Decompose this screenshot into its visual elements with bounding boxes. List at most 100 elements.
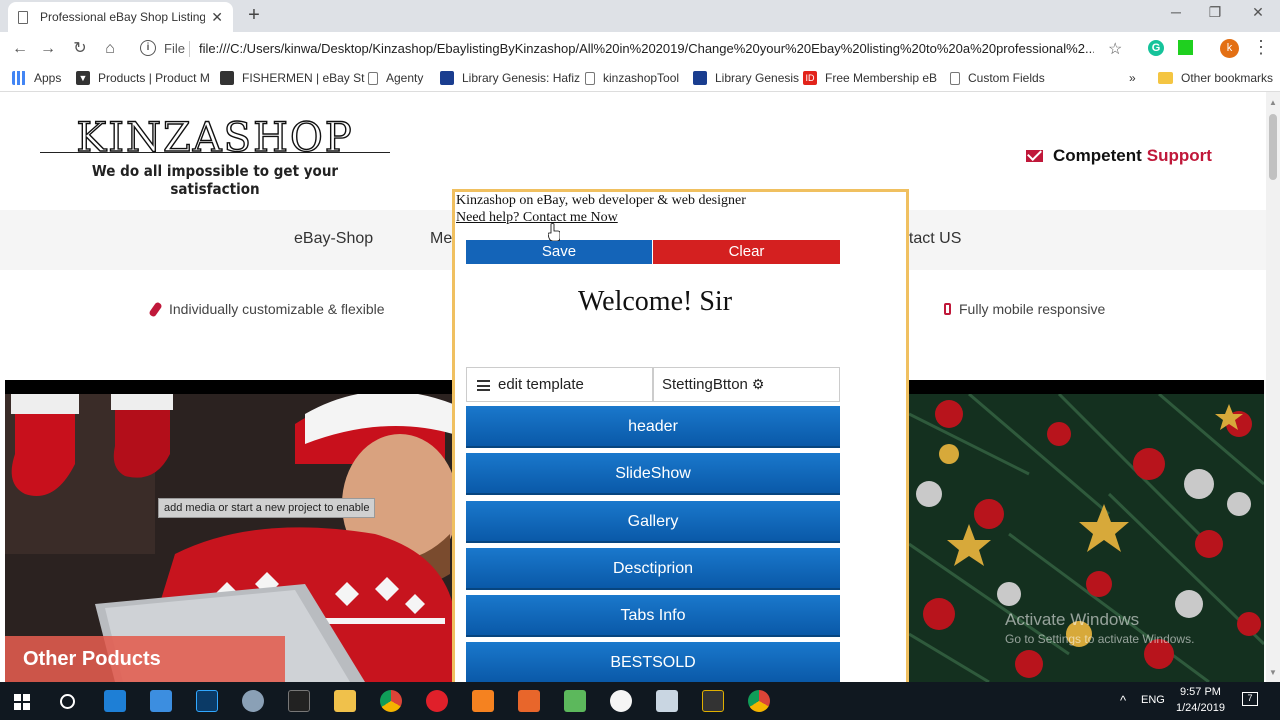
chrome-icon[interactable] xyxy=(380,690,402,712)
menu-kebab-icon[interactable]: ⋮ xyxy=(1252,37,1270,58)
back-icon[interactable]: ← xyxy=(9,38,31,60)
section-tabs-info-button[interactable]: Tabs Info xyxy=(466,595,840,637)
apps-grid-icon xyxy=(12,71,26,85)
logo-tagline: We do all impossible to get your satisfa… xyxy=(91,162,339,198)
scroll-down-icon[interactable]: ▼ xyxy=(1269,668,1277,677)
browser-toolbar: ← → ↻ ⌂ i File file:///C:/Users/kinwa/De… xyxy=(0,32,1280,66)
scrollbar-thumb[interactable] xyxy=(1269,114,1277,180)
page-scrollbar[interactable]: ▲ ▼ xyxy=(1266,92,1280,682)
minimize-icon[interactable]: ─ xyxy=(1166,4,1186,20)
profile-avatar[interactable]: k xyxy=(1220,39,1239,58)
section-description-button[interactable]: Desctiprion xyxy=(466,548,840,590)
file-explorer-icon[interactable] xyxy=(334,690,356,712)
section-header-button[interactable]: header xyxy=(466,406,840,448)
scroll-up-icon[interactable]: ▲ xyxy=(1269,98,1277,107)
app-icon[interactable] xyxy=(242,690,264,712)
bookmarks-bar: Apps ▼ Products | Product M FISHERMEN | e… xyxy=(0,66,1280,92)
bookmark-favicon-icon: ▼ xyxy=(76,71,90,85)
mobile-icon xyxy=(944,303,951,315)
forward-icon[interactable]: → xyxy=(37,38,59,60)
sublime-icon[interactable] xyxy=(472,690,494,712)
section-slideshow-button[interactable]: SlideShow xyxy=(466,453,840,495)
restore-icon[interactable]: ❐ xyxy=(1205,4,1225,21)
photoshop-icon[interactable] xyxy=(196,690,218,712)
nav-contact-us[interactable]: ntact US xyxy=(900,230,961,248)
support-info: Competent Support xyxy=(1026,146,1212,166)
bookmark-apps[interactable]: Apps xyxy=(12,71,61,85)
bookmark-label: Other bookmarks xyxy=(1181,71,1274,85)
notepad-icon[interactable] xyxy=(656,690,678,712)
bookmark-libgen[interactable]: Library Genesis xyxy=(693,71,799,85)
support-highlight: Support xyxy=(1146,146,1212,165)
bookmark-favicon-icon xyxy=(440,71,454,85)
bookmark-fishermen[interactable]: FISHERMEN | eBay St xyxy=(220,71,364,85)
panel-author-text: Kinzashop on eBay, web developer & web d… xyxy=(456,193,746,208)
other-bookmarks[interactable]: Other bookmarks xyxy=(1158,71,1273,85)
tray-expand-icon[interactable]: ^ xyxy=(1120,693,1126,708)
chrome-icon-2[interactable] xyxy=(748,690,770,712)
language-indicator[interactable]: ENG xyxy=(1141,694,1165,706)
nav-ebay-shop[interactable]: eBay-Shop xyxy=(294,230,373,248)
clock-time[interactable]: 9:57 PM xyxy=(1180,686,1221,698)
clock-date[interactable]: 1/24/2019 xyxy=(1176,702,1225,714)
film-icon[interactable] xyxy=(702,690,724,712)
feature-responsive: Fully mobile responsive xyxy=(944,301,1105,317)
windows-start-icon[interactable] xyxy=(14,694,30,710)
tab-settings[interactable]: StettingBtton ⚙ xyxy=(653,367,840,402)
bookmarks-overflow-button[interactable]: » xyxy=(1129,71,1136,85)
section-bestsold-button[interactable]: BESTSOLD xyxy=(466,642,840,682)
watermark-title: Activate Windows xyxy=(1005,610,1140,629)
notifications-icon[interactable]: 7 xyxy=(1242,692,1258,706)
section-gallery-button[interactable]: Gallery xyxy=(466,501,840,543)
bookmark-agenty[interactable]: Agenty xyxy=(368,71,423,85)
cortana-search-icon[interactable] xyxy=(60,694,75,709)
activate-windows-watermark: Activate Windows Go to Settings to activ… xyxy=(1005,610,1194,646)
site-logo[interactable]: KINZASHOP We do all impossible to get yo… xyxy=(40,115,390,198)
tab-label: edit template xyxy=(498,376,584,393)
bookmark-label: Apps xyxy=(34,71,62,85)
green-extension-icon[interactable] xyxy=(1178,40,1193,55)
bookmark-libgen-hafiz[interactable]: Library Genesis: Hafiz xyxy=(440,71,580,85)
nav-menu[interactable]: Me xyxy=(430,230,452,248)
hand-cursor-icon xyxy=(548,223,560,241)
close-window-icon[interactable]: ✕ xyxy=(1248,4,1268,21)
tab-label: StettingBtton xyxy=(662,376,748,393)
terminal-icon[interactable] xyxy=(288,690,310,712)
new-tab-button[interactable]: + xyxy=(244,4,264,27)
bookmark-kinzashoptool[interactable]: kinzashopTool xyxy=(585,71,679,85)
envelope-icon xyxy=(1026,150,1043,162)
bookmark-label: Free Membership eB xyxy=(825,71,938,85)
document-icon xyxy=(18,10,28,24)
feature-text: Individually customizable & flexible xyxy=(169,301,385,317)
tab-edit-template[interactable]: edit template xyxy=(466,367,653,402)
bookmark-label: kinzashopTool xyxy=(603,71,680,85)
opera-icon[interactable] xyxy=(426,690,448,712)
xampp-icon[interactable] xyxy=(518,690,540,712)
edge-icon[interactable] xyxy=(104,690,126,712)
sliders-icon xyxy=(477,380,490,391)
save-button[interactable]: Save xyxy=(466,240,652,264)
browser-tab[interactable]: Professional eBay Shop Listing Te ✕ xyxy=(8,2,233,32)
address-bar[interactable]: file:///C:/Users/kinwa/Desktop/Kinzashop… xyxy=(199,41,1094,56)
folder-icon xyxy=(1158,72,1173,84)
clear-button[interactable]: Clear xyxy=(653,240,840,264)
contact-link[interactable]: Need help? Contact me Now xyxy=(456,210,618,226)
watermark-subtitle: Go to Settings to activate Windows. xyxy=(1005,632,1195,646)
reload-icon[interactable]: ↻ xyxy=(69,38,91,60)
app-green-icon[interactable] xyxy=(564,690,586,712)
url-scheme-label: File xyxy=(164,41,185,56)
close-tab-icon[interactable]: ✕ xyxy=(211,9,223,26)
url-separator xyxy=(189,41,190,57)
bookmark-products[interactable]: ▼ Products | Product M xyxy=(76,71,210,85)
other-products-banner[interactable]: Other Poducts xyxy=(5,636,285,682)
store-icon[interactable] xyxy=(150,690,172,712)
info-icon[interactable]: i xyxy=(140,40,156,56)
grammarly-extension-icon[interactable]: G xyxy=(1148,40,1164,56)
home-icon[interactable]: ⌂ xyxy=(99,38,121,60)
bookmark-custom-fields[interactable]: Custom Fields xyxy=(950,71,1045,85)
app-white-icon[interactable] xyxy=(610,690,632,712)
bookmark-star-icon[interactable]: ☆ xyxy=(1108,39,1122,59)
bookmark-favicon-icon xyxy=(220,71,234,85)
template-editor-panel: Kinzashop on eBay, web developer & web d… xyxy=(452,189,909,682)
bookmark-free-membership[interactable]: ID Free Membership eB xyxy=(803,71,937,85)
